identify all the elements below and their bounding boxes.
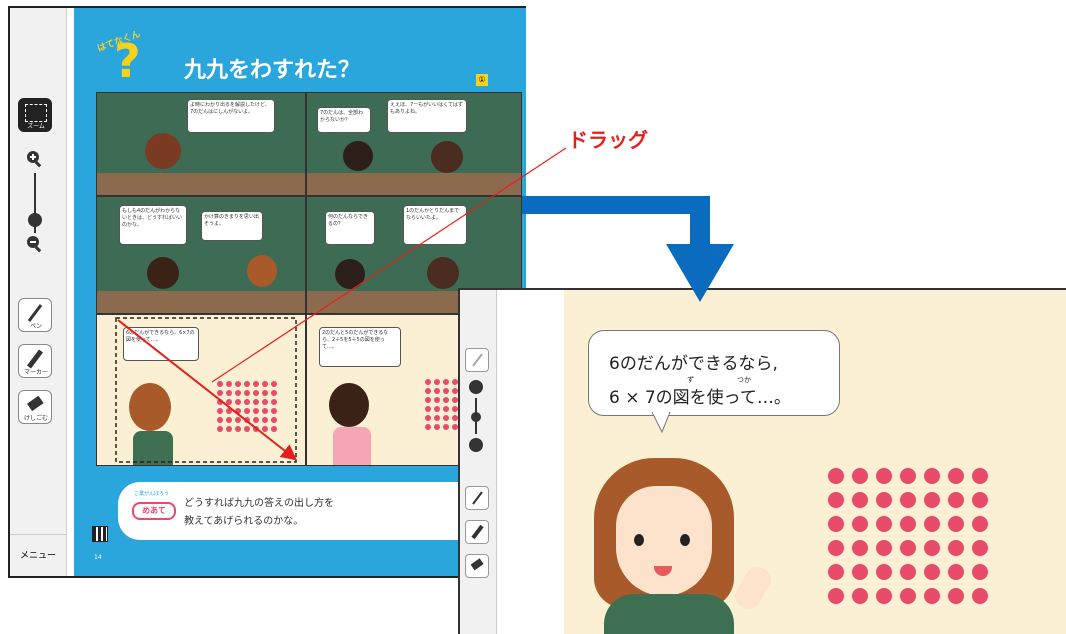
drag-callout-line <box>211 147 567 383</box>
zoom-flow-arrow <box>522 196 734 302</box>
drag-label: ドラッグ <box>568 128 648 152</box>
annotation-overlay <box>115 147 734 463</box>
drag-arrow <box>117 319 298 461</box>
